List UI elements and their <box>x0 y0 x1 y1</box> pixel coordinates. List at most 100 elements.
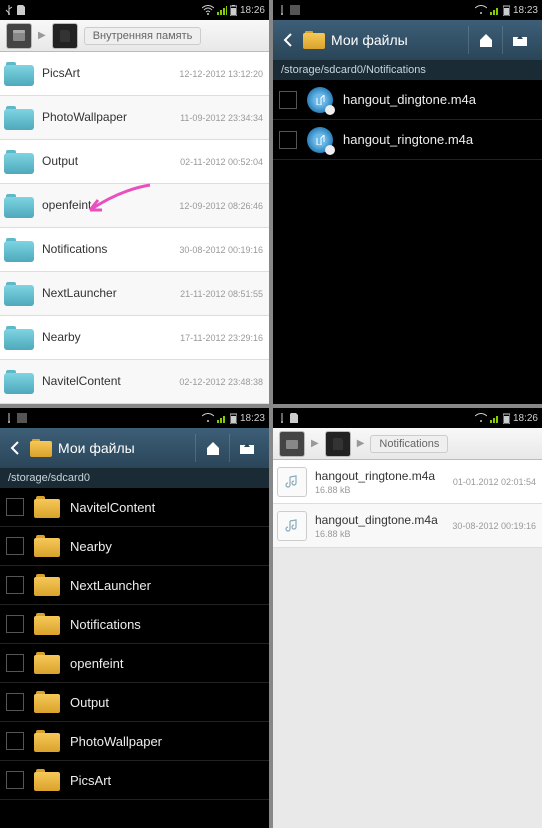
storage-root-icon[interactable] <box>6 23 32 49</box>
item-name: NavitelContent <box>42 374 179 388</box>
list-item[interactable]: Output <box>0 683 269 722</box>
up-folder-button[interactable] <box>502 26 536 54</box>
folder-list: PicsArt 12-12-2012 13:12:20 PhotoWallpap… <box>0 52 269 404</box>
item-size: 16.88 kB <box>315 529 452 539</box>
wifi-icon <box>202 5 214 15</box>
panel-dark-folders: 18:23 Мои файлы /storage/sdcard0 Navitel… <box>0 408 269 828</box>
wifi-icon <box>202 413 214 423</box>
item-name: openfeint <box>42 198 179 212</box>
path-bar: /storage/sdcard0/Notifications <box>273 60 542 80</box>
list-item[interactable]: hangout_dingtone.m4a <box>273 80 542 120</box>
folder-icon <box>30 439 52 457</box>
list-item[interactable]: openfeint <box>0 644 269 683</box>
signal-icon <box>490 413 500 423</box>
folder-icon <box>34 769 60 791</box>
usb-icon <box>277 5 287 15</box>
list-item[interactable]: NextLauncher 21-11-2012 08:51:55 <box>0 272 269 316</box>
home-button[interactable] <box>468 26 502 54</box>
checkbox[interactable] <box>6 576 24 594</box>
item-name: PicsArt <box>70 773 111 788</box>
folder-icon <box>4 238 34 262</box>
list-item[interactable]: NavitelContent <box>0 488 269 527</box>
checkbox[interactable] <box>6 615 24 633</box>
checkbox[interactable] <box>6 498 24 516</box>
folder-icon <box>34 574 60 596</box>
up-folder-button[interactable] <box>229 434 263 462</box>
folder-icon <box>4 370 34 394</box>
checkbox[interactable] <box>6 732 24 750</box>
sdcard-badge-icon[interactable] <box>52 23 78 49</box>
status-bar: 18:26 <box>273 408 542 428</box>
folder-icon <box>4 106 34 130</box>
list-item[interactable]: Output 02-11-2012 00:52:04 <box>0 140 269 184</box>
music-file-icon <box>277 467 307 497</box>
clock-text: 18:26 <box>240 5 265 16</box>
app-icon <box>17 413 27 423</box>
list-item[interactable]: NavitelContent 02-12-2012 23:48:38 <box>0 360 269 404</box>
breadcrumb-label[interactable]: Внутренняя память <box>84 27 202 45</box>
back-button[interactable] <box>6 441 24 455</box>
status-bar: 18:23 <box>0 408 269 428</box>
folder-list: NavitelContent Nearby NextLauncher Notif… <box>0 488 269 828</box>
item-name: PhotoWallpaper <box>42 110 180 124</box>
list-item[interactable]: PhotoWallpaper 11-09-2012 23:34:34 <box>0 96 269 140</box>
app-icon <box>290 5 300 15</box>
folder-icon <box>4 62 34 86</box>
item-name: Output <box>70 695 109 710</box>
back-button[interactable] <box>279 33 297 47</box>
signal-icon <box>217 413 227 423</box>
item-name: hangout_dingtone.m4a <box>343 92 476 107</box>
list-item[interactable]: hangout_ringtone.m4a 16.88 kB 01-01.2012… <box>273 460 542 504</box>
folder-icon <box>303 31 325 49</box>
battery-icon <box>230 5 237 16</box>
checkbox[interactable] <box>6 771 24 789</box>
path-bar: /storage/sdcard0 <box>0 468 269 488</box>
item-date: 12-12-2012 13:12:20 <box>179 69 263 79</box>
home-button[interactable] <box>195 434 229 462</box>
checkbox[interactable] <box>6 693 24 711</box>
folder-icon <box>34 691 60 713</box>
item-name: hangout_ringtone.m4a <box>343 132 473 147</box>
item-size: 16.88 kB <box>315 485 453 495</box>
list-item[interactable]: NextLauncher <box>0 566 269 605</box>
list-item[interactable]: PicsArt 12-12-2012 13:12:20 <box>0 52 269 96</box>
folder-icon <box>34 652 60 674</box>
music-file-icon <box>277 511 307 541</box>
list-item[interactable]: Nearby <box>0 527 269 566</box>
battery-icon <box>503 5 510 16</box>
list-item[interactable]: hangout_dingtone.m4a 16.88 kB 30-08-2012… <box>273 504 542 548</box>
item-name: Nearby <box>70 539 112 554</box>
list-item[interactable]: openfeint 12-09-2012 08:26:46 <box>0 184 269 228</box>
folder-icon <box>4 282 34 306</box>
app-header: Мои файлы <box>0 428 269 468</box>
sdcard-badge-icon[interactable] <box>325 431 351 457</box>
folder-icon <box>34 496 60 518</box>
item-date: 21-11-2012 08:51:55 <box>180 289 263 299</box>
list-item[interactable]: PicsArt <box>0 761 269 800</box>
file-list: hangout_dingtone.m4a hangout_ringtone.m4… <box>273 80 542 404</box>
clock-text: 18:23 <box>513 5 538 16</box>
list-item[interactable]: Nearby 17-11-2012 23:29:16 <box>0 316 269 360</box>
item-date: 30-08-2012 00:19:16 <box>452 521 536 531</box>
folder-icon <box>34 613 60 635</box>
sdcard-icon <box>17 5 25 15</box>
item-name: hangout_ringtone.m4a <box>315 469 453 483</box>
usb-icon <box>4 5 14 15</box>
breadcrumb-label[interactable]: Notifications <box>370 435 448 453</box>
checkbox[interactable] <box>6 654 24 672</box>
clock-text: 18:23 <box>240 413 265 424</box>
item-name: openfeint <box>70 656 124 671</box>
item-date: 30-08-2012 00:19:16 <box>179 245 263 255</box>
list-item[interactable]: PhotoWallpaper <box>0 722 269 761</box>
item-name: Notifications <box>70 617 141 632</box>
checkbox[interactable] <box>279 91 297 109</box>
status-bar: 18:26 <box>0 0 269 20</box>
list-item[interactable]: Notifications <box>0 605 269 644</box>
folder-icon <box>4 326 34 350</box>
list-item[interactable]: hangout_ringtone.m4a <box>273 120 542 160</box>
checkbox[interactable] <box>279 131 297 149</box>
storage-root-icon[interactable] <box>279 431 305 457</box>
chevron-right-icon: ▶ <box>357 438 365 449</box>
list-item[interactable]: Notifications 30-08-2012 00:19:16 <box>0 228 269 272</box>
checkbox[interactable] <box>6 537 24 555</box>
